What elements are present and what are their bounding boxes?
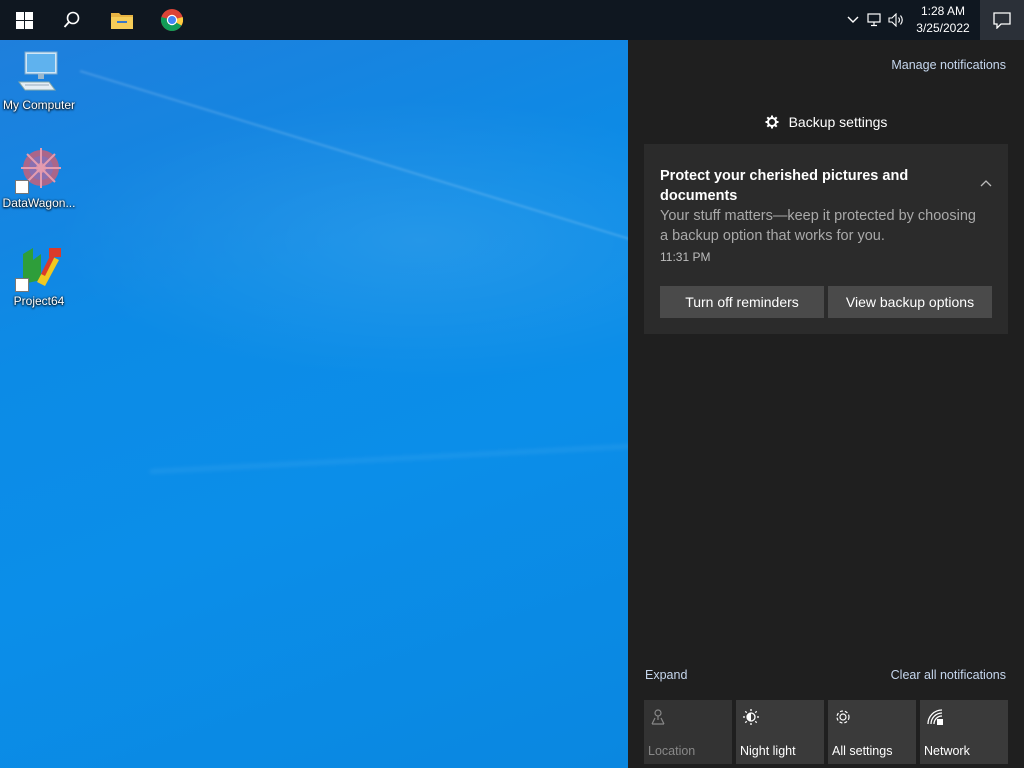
turn-off-reminders-button[interactable]: Turn off reminders	[660, 286, 824, 318]
computer-icon	[15, 48, 63, 96]
chrome-button[interactable]	[148, 0, 196, 40]
notification-card[interactable]: Protect your cherished pictures and docu…	[644, 144, 1008, 334]
chevron-up-icon	[980, 180, 992, 187]
network-icon	[927, 709, 943, 725]
network-icon	[867, 13, 881, 27]
search-icon	[63, 11, 80, 28]
action-center-button[interactable]	[980, 0, 1024, 40]
quick-action-label: All settings	[832, 744, 893, 758]
gear-icon	[836, 710, 850, 724]
windows-start-icon	[15, 11, 33, 29]
file-explorer-button[interactable]	[98, 0, 146, 40]
desktop-icon-label: DataWagon...	[2, 196, 76, 210]
desktop-icon-datawagon[interactable]: DataWagon...	[0, 146, 78, 210]
taskbar: 1:28 AM 3/25/2022	[0, 0, 1024, 40]
wallpaper-light-beam	[149, 438, 628, 473]
gear-icon	[765, 115, 779, 129]
notification-time: 11:31 PM	[660, 250, 711, 264]
quick-action-label: Network	[924, 744, 970, 758]
quick-action-label: Location	[648, 744, 696, 758]
notification-group-header[interactable]: Backup settings	[628, 114, 1024, 130]
start-button[interactable]	[0, 0, 48, 40]
notification-title: Protect your cherished pictures and docu…	[660, 168, 909, 204]
view-backup-options-button[interactable]: View backup options	[828, 286, 992, 318]
quick-action-location[interactable]: Location	[644, 700, 732, 764]
quick-action-network[interactable]: Network	[920, 700, 1008, 764]
clear-all-notifications-link[interactable]: Clear all notifications	[891, 668, 1006, 682]
night-light-icon	[743, 709, 759, 725]
shortcut-arrow-icon	[15, 180, 29, 194]
desktop-icon-label: My Computer	[2, 98, 76, 112]
expand-quick-actions-link[interactable]: Expand	[645, 668, 687, 682]
desktop-icon-project64[interactable]: Project64	[0, 244, 78, 308]
desktop-icon-my-computer[interactable]: My Computer	[0, 48, 78, 112]
volume-tray-button[interactable]	[886, 0, 908, 40]
notification-group-title: Backup settings	[788, 114, 888, 130]
desktop: My Computer DataWagon... Project64	[0, 40, 628, 768]
clock[interactable]: 1:28 AM 3/25/2022	[910, 3, 976, 37]
wallpaper-light-beam	[79, 70, 628, 277]
datawagon-icon	[15, 146, 63, 194]
quick-action-label: Night light	[740, 744, 796, 758]
project64-icon	[15, 244, 63, 292]
manage-notifications-link[interactable]: Manage notifications	[891, 58, 1006, 72]
clock-time: 1:28 AM	[920, 4, 966, 18]
collapse-notification-button[interactable]	[980, 174, 992, 192]
show-hidden-icons-button[interactable]	[842, 0, 864, 40]
action-center-icon	[993, 11, 1011, 29]
clock-date: 3/25/2022	[916, 21, 970, 35]
system-tray: 1:28 AM 3/25/2022	[842, 0, 1024, 40]
location-icon	[651, 709, 665, 725]
quick-action-all-settings[interactable]: All settings	[828, 700, 916, 764]
chevron-up-icon	[847, 16, 859, 23]
quick-actions: Location Night light All settings Networ…	[644, 700, 1008, 764]
search-button[interactable]	[48, 0, 96, 40]
desktop-icon-label: Project64	[13, 294, 65, 308]
file-explorer-icon	[111, 13, 133, 29]
shortcut-arrow-icon	[15, 278, 29, 292]
chrome-icon	[160, 9, 184, 31]
volume-icon	[888, 13, 903, 27]
network-tray-button[interactable]	[864, 0, 886, 40]
quick-action-night-light[interactable]: Night light	[736, 700, 824, 764]
notification-body: Your stuff matters—keep it protected by …	[660, 208, 976, 244]
action-center-panel: Manage notifications Backup settings Pro…	[628, 40, 1024, 768]
